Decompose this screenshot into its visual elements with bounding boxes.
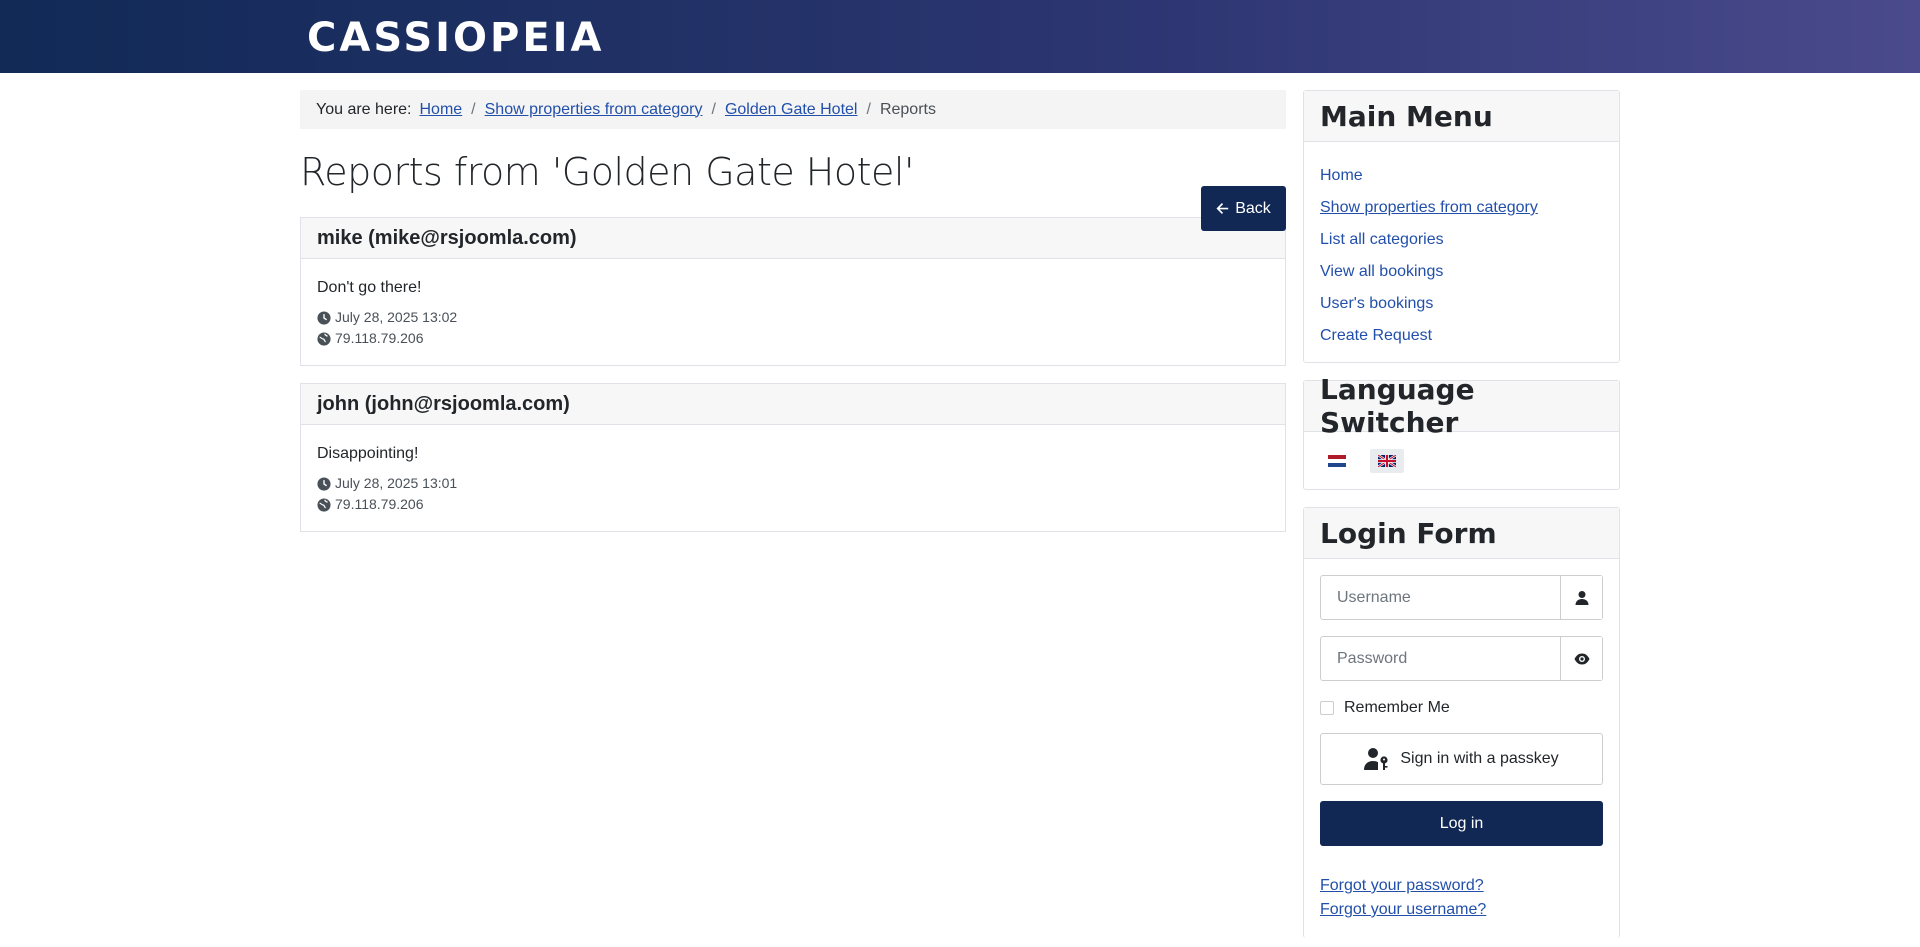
globe-icon bbox=[317, 497, 331, 512]
menu-item: View all bookings bbox=[1320, 256, 1603, 288]
breadcrumb-category[interactable]: Show properties from category bbox=[485, 101, 703, 119]
passkey-button[interactable]: Sign in with a passkey bbox=[1320, 733, 1603, 785]
main-menu-card: Main Menu Home Show properties from cate… bbox=[1303, 90, 1620, 363]
menu-item-home[interactable]: Home bbox=[1320, 167, 1363, 185]
password-group bbox=[1320, 636, 1603, 681]
passkey-button-label: Sign in with a passkey bbox=[1400, 750, 1559, 767]
breadcrumb-prefix: You are here: bbox=[316, 100, 412, 118]
menu-item-show-properties[interactable]: Show properties from category bbox=[1320, 199, 1538, 217]
title-row: Reports from 'Golden Gate Hotel' Back bbox=[300, 129, 1286, 231]
report-date-text: July 28, 2025 13:01 bbox=[335, 475, 458, 491]
breadcrumb-home[interactable]: Home bbox=[419, 101, 462, 119]
report-card: john (john@rsjoomla.com) Disappointing! … bbox=[300, 383, 1286, 532]
remember-me-checkbox[interactable] bbox=[1320, 701, 1334, 715]
menu-item-create-request[interactable]: Create Request bbox=[1320, 327, 1432, 345]
password-input[interactable] bbox=[1321, 637, 1560, 680]
breadcrumb-separator: / bbox=[471, 100, 476, 118]
brand-logo[interactable]: CASSIOPEIA bbox=[307, 18, 605, 58]
report-ip-text: 79.118.79.206 bbox=[335, 330, 424, 346]
report-text: Don't go there! bbox=[317, 279, 422, 296]
globe-icon bbox=[317, 331, 331, 346]
report-author: mike (mike@rsjoomla.com) bbox=[301, 218, 1285, 259]
eye-icon[interactable] bbox=[1560, 637, 1602, 680]
report-body: Don't go there! July 28, 2025 13:02 79.1… bbox=[301, 259, 1285, 365]
menu-item-view-bookings[interactable]: View all bookings bbox=[1320, 263, 1443, 281]
main-menu-list: Home Show properties from category List … bbox=[1304, 142, 1619, 362]
report-card: mike (mike@rsjoomla.com) Don't go there!… bbox=[300, 217, 1286, 366]
uk-flag-icon[interactable] bbox=[1370, 448, 1404, 473]
report-body: Disappointing! July 28, 2025 13:01 79.11… bbox=[301, 425, 1285, 531]
username-group bbox=[1320, 575, 1603, 620]
main-menu-title: Main Menu bbox=[1304, 91, 1619, 142]
report-ip: 79.118.79.206 bbox=[317, 494, 1269, 515]
language-list bbox=[1304, 432, 1619, 489]
site-header: CASSIOPEIA bbox=[0, 0, 1920, 73]
menu-item: Show properties from category bbox=[1320, 192, 1603, 224]
login-links: Forgot your password? Forgot your userna… bbox=[1320, 874, 1603, 922]
menu-item-user-bookings[interactable]: User's bookings bbox=[1320, 295, 1433, 313]
report-date: July 28, 2025 13:01 bbox=[317, 473, 1269, 494]
breadcrumb-property[interactable]: Golden Gate Hotel bbox=[725, 101, 858, 119]
page-title: Reports from 'Golden Gate Hotel' bbox=[300, 150, 914, 194]
back-button[interactable]: Back bbox=[1201, 186, 1286, 231]
report-ip: 79.118.79.206 bbox=[317, 328, 1269, 349]
remember-me[interactable]: Remember Me bbox=[1320, 699, 1603, 717]
login-button[interactable]: Log in bbox=[1320, 801, 1603, 846]
main-content: You are here: Home / Show properties fro… bbox=[300, 90, 1286, 532]
dutch-flag-icon[interactable] bbox=[1320, 449, 1354, 473]
remember-me-label: Remember Me bbox=[1344, 699, 1450, 716]
login-form: Remember Me Sign in with a passkey Log i… bbox=[1304, 559, 1619, 938]
user-icon bbox=[1560, 576, 1602, 619]
menu-item: User's bookings bbox=[1320, 288, 1603, 320]
menu-item: Home bbox=[1320, 160, 1603, 192]
forgot-password-link[interactable]: Forgot your password? bbox=[1320, 874, 1603, 898]
breadcrumb: You are here: Home / Show properties fro… bbox=[300, 90, 1286, 129]
breadcrumb-current: Reports bbox=[879, 100, 936, 118]
language-switcher-title: Language Switcher bbox=[1304, 373, 1619, 439]
menu-item-list-categories[interactable]: List all categories bbox=[1320, 231, 1444, 249]
login-form-title: Login Form bbox=[1304, 508, 1619, 559]
breadcrumb-separator: / bbox=[711, 100, 716, 118]
username-input[interactable] bbox=[1321, 576, 1560, 619]
language-switcher-card: Language Switcher bbox=[1303, 373, 1620, 490]
back-button-label: Back bbox=[1235, 199, 1271, 217]
menu-item: List all categories bbox=[1320, 224, 1603, 256]
clock-icon bbox=[317, 310, 331, 325]
report-ip-text: 79.118.79.206 bbox=[335, 496, 424, 512]
report-date-text: July 28, 2025 13:02 bbox=[335, 309, 458, 325]
report-date: July 28, 2025 13:02 bbox=[317, 307, 1269, 328]
clock-icon bbox=[317, 476, 331, 491]
report-text: Disappointing! bbox=[317, 445, 419, 462]
breadcrumb-separator: / bbox=[866, 100, 871, 118]
report-author: john (john@rsjoomla.com) bbox=[301, 384, 1285, 425]
arrow-left-icon bbox=[1216, 203, 1229, 214]
sidebar: Main Menu Home Show properties from cate… bbox=[1303, 90, 1620, 938]
login-form-card: Login Form Remember Me bbox=[1303, 507, 1620, 938]
forgot-username-link[interactable]: Forgot your username? bbox=[1320, 898, 1603, 922]
user-key-icon bbox=[1364, 748, 1388, 770]
menu-item: Create Request bbox=[1320, 320, 1603, 352]
